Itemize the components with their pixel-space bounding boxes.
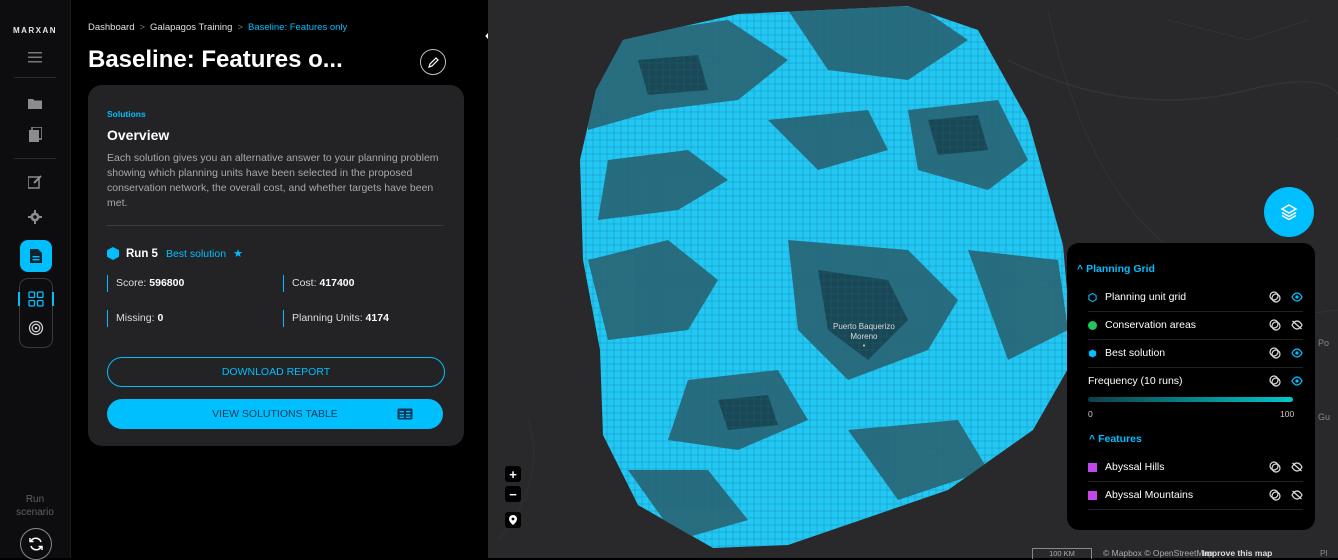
features-heading[interactable]: ^ Features <box>1089 433 1142 445</box>
breadcrumb: Dashboard > Galapagos Training > Baseline: F… <box>88 22 347 33</box>
table-icon <box>397 408 413 420</box>
page-title: Baseline: Features o... <box>88 46 343 73</box>
overview-description: Each solution gives you an alternative a… <box>107 152 439 209</box>
run-name: Run 5 <box>126 247 158 260</box>
legend-row-planning-unit-grid: Planning unit grid <box>1088 283 1303 312</box>
score-stat: Score: 596800 <box>107 275 184 292</box>
edit-title-button[interactable] <box>420 49 446 75</box>
grid-view-icon[interactable] <box>28 291 44 312</box>
solutions-overview-card: Solutions Overview Each solution gives y… <box>88 85 464 446</box>
abyssal-hills-swatch <box>1088 462 1097 472</box>
brand-logo: MARXAN <box>12 26 58 35</box>
rail-divider <box>14 158 56 159</box>
opacity-icon[interactable] <box>1269 461 1281 473</box>
menu-icon[interactable] <box>18 44 52 70</box>
target-icon[interactable] <box>28 320 44 341</box>
missing-stat: Missing: 0 <box>107 310 163 327</box>
map-place-label: Pl <box>1320 548 1328 558</box>
zoom-out-button[interactable]: − <box>505 486 521 502</box>
eye-off-icon[interactable] <box>1291 462 1303 472</box>
legend-row-best-solution: Best solution <box>1088 339 1303 368</box>
download-report-button[interactable]: DOWNLOAD REPORT <box>107 357 445 387</box>
star-icon: ★ <box>233 248 243 260</box>
planning-units-stat: Planning Units: 4174 <box>283 310 389 327</box>
view-solutions-table-button[interactable]: VIEW SOLUTIONS TABLE <box>107 399 443 429</box>
view-mode-group <box>18 278 54 348</box>
opacity-icon[interactable] <box>1269 375 1281 387</box>
legend-row-frequency: Frequency (10 runs) <box>1088 367 1303 395</box>
eye-icon[interactable] <box>1291 292 1303 302</box>
map-place-label: Po <box>1318 338 1330 348</box>
eye-icon[interactable] <box>1291 376 1303 386</box>
hexagon-icon <box>1088 348 1097 358</box>
breadcrumb-dashboard[interactable]: Dashboard <box>88 22 134 33</box>
planning-grid-heading[interactable]: ^ Planning Grid <box>1077 263 1155 275</box>
chevron-right-icon: > <box>139 22 146 33</box>
improve-map-link[interactable]: Improve this map <box>1202 548 1272 558</box>
breadcrumb-project[interactable]: Galapagos Training <box>150 22 232 33</box>
folder-icon[interactable] <box>18 90 52 116</box>
run-summary: Run 5 Best solution ★ <box>107 247 243 260</box>
map-legend: ^ Planning Grid Planning unit grid Conse… <box>1067 243 1315 530</box>
legend-row-abyssal-mountains: Abyssal Mountains <box>1088 481 1303 510</box>
frequency-max-label: 100 <box>1280 409 1295 419</box>
chevron-up-icon: ^ <box>1077 263 1084 275</box>
conservation-swatch <box>1088 320 1097 330</box>
solutions-nav-button[interactable] <box>20 240 52 272</box>
cost-stat: Cost: 417400 <box>283 275 354 292</box>
map-place-label: Gu <box>1318 412 1331 422</box>
abyssal-mountains-swatch <box>1088 490 1097 500</box>
location-button[interactable] <box>505 512 521 528</box>
frequency-gradient-bar <box>1088 397 1293 402</box>
rail-divider <box>14 77 56 78</box>
legend-row-abyssal-hills: Abyssal Hills <box>1088 453 1303 482</box>
opacity-icon[interactable] <box>1269 291 1281 303</box>
hexagon-icon <box>107 247 119 260</box>
best-solution-label: Best solution <box>165 247 227 260</box>
run-scenario-button[interactable] <box>20 528 52 560</box>
app-sidebar: MARXAN Run scenario <box>0 0 71 560</box>
settings-icon[interactable] <box>18 204 52 230</box>
breadcrumb-current: Baseline: Features only <box>248 22 348 33</box>
map-scale: 100 KM <box>1032 548 1092 559</box>
legend-row-conservation-areas: Conservation areas <box>1088 311 1303 340</box>
hexagon-outline-icon <box>1088 292 1097 302</box>
scenario-panel: Dashboard > Galapagos Training > Baseline: F… <box>71 0 488 558</box>
eye-off-icon[interactable] <box>1291 490 1303 500</box>
pencil-icon <box>427 56 439 68</box>
layers-button[interactable] <box>1264 187 1314 237</box>
refresh-icon <box>29 537 43 551</box>
opacity-icon[interactable] <box>1269 489 1281 501</box>
run-scenario-label: Run scenario <box>16 494 54 518</box>
eye-off-icon[interactable] <box>1291 320 1303 330</box>
chevron-up-icon: ^ <box>1089 433 1096 445</box>
edit-icon[interactable] <box>18 169 52 195</box>
eye-icon[interactable] <box>1291 348 1303 358</box>
location-pin-icon <box>509 515 517 525</box>
opacity-icon[interactable] <box>1269 319 1281 331</box>
overview-heading: Overview <box>107 127 170 143</box>
map-attribution[interactable]: © Mapbox © OpenStreetMap <box>1103 548 1213 558</box>
chevron-right-icon: > <box>237 22 243 33</box>
documents-icon[interactable] <box>18 121 52 147</box>
frequency-min-label: 0 <box>1088 409 1093 419</box>
layers-icon <box>1280 204 1298 221</box>
zoom-in-button[interactable]: + <box>505 466 521 482</box>
divider <box>107 225 444 226</box>
city-label: Puerto Baquerizo Moreno • <box>833 322 895 350</box>
section-label: Solutions <box>107 109 146 119</box>
opacity-icon[interactable] <box>1269 347 1281 359</box>
